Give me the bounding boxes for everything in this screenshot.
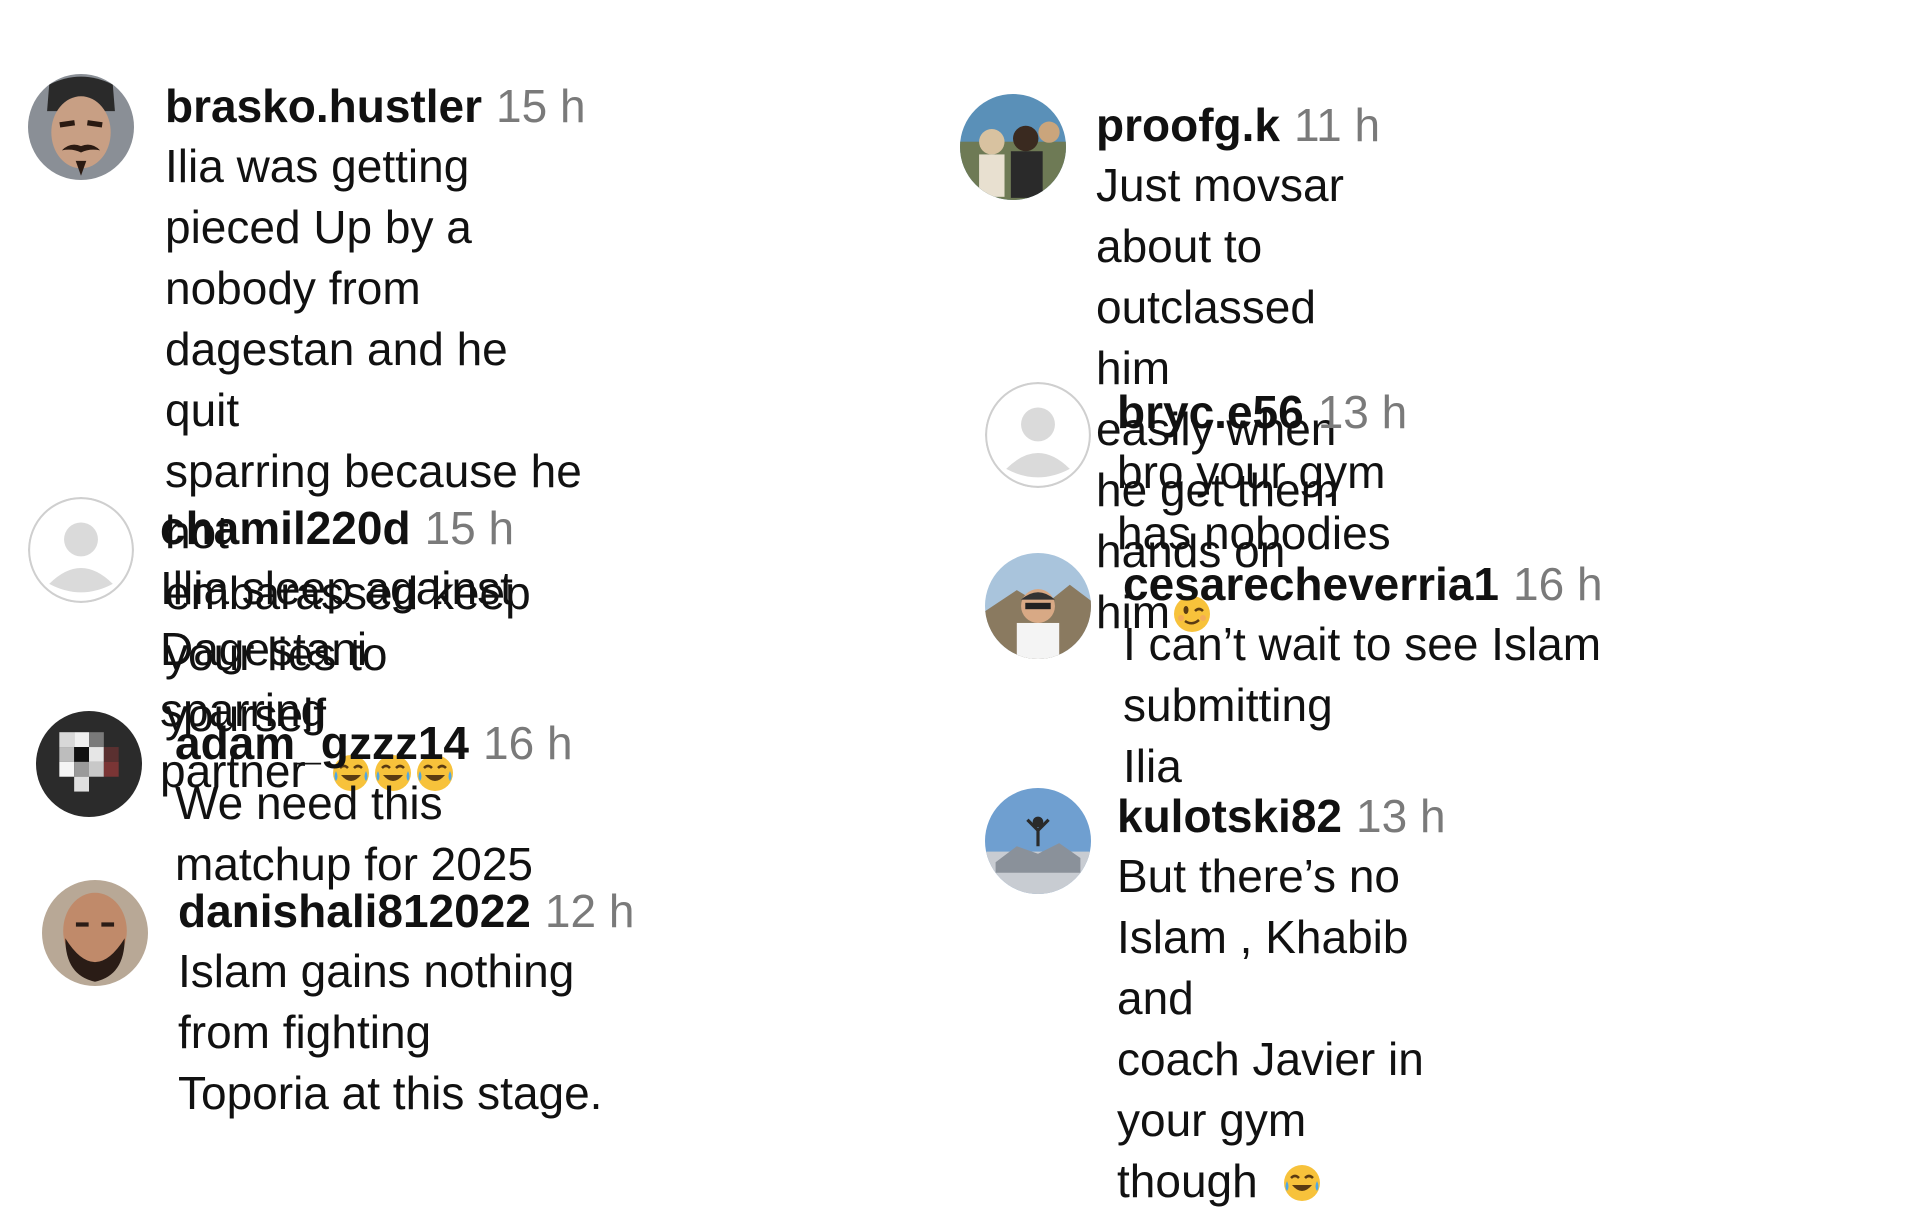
username[interactable]: proofg.k bbox=[1096, 99, 1280, 151]
comment-line: Ilia was getting pieced Up by a bbox=[165, 140, 472, 253]
timestamp: 15 h bbox=[424, 502, 515, 554]
username[interactable]: brasko.hustler bbox=[165, 80, 482, 132]
username[interactable]: cesarecheverria1 bbox=[1123, 558, 1499, 610]
timestamp: 13 h bbox=[1317, 386, 1408, 438]
avatar[interactable] bbox=[985, 788, 1091, 894]
timestamp: 15 h bbox=[496, 80, 586, 132]
comment-text: bro your gym has nobodies bbox=[1117, 442, 1407, 564]
comment-line: nobody from dagestan and he quit bbox=[165, 262, 508, 436]
username[interactable]: adam_gzzz14 bbox=[175, 717, 469, 769]
username[interactable]: chamil220d bbox=[160, 502, 411, 554]
comment-line: bro your gym has nobodies bbox=[1117, 446, 1391, 559]
timestamp: 16 h bbox=[1513, 558, 1603, 610]
username[interactable]: kulotski82 bbox=[1117, 790, 1342, 842]
comment-line: Islam gains nothing from fighting bbox=[178, 945, 575, 1058]
tears-of-joy-emoji-icon bbox=[1282, 1163, 1322, 1203]
comment-text: Islam gains nothing from fighting Topori… bbox=[178, 941, 634, 1124]
comment-text: But there’s no Islam , Khabib and coach … bbox=[1117, 846, 1446, 1212]
avatar[interactable] bbox=[960, 94, 1066, 200]
default-avatar-icon[interactable] bbox=[985, 382, 1091, 488]
comment-line: Toporia at this stage. bbox=[178, 1067, 603, 1119]
timestamp: 11 h bbox=[1293, 99, 1381, 151]
default-avatar-icon[interactable] bbox=[28, 497, 134, 603]
comment-line: But there’s no Islam , Khabib and bbox=[1117, 850, 1409, 1024]
username[interactable]: danishali812022 bbox=[178, 885, 531, 937]
avatar[interactable] bbox=[36, 711, 142, 817]
comment-text: I can’t wait to see Islam submitting Ili… bbox=[1123, 614, 1603, 797]
comment-line: coach Javier in your gym though bbox=[1117, 1033, 1424, 1207]
timestamp: 13 h bbox=[1356, 790, 1446, 842]
avatar[interactable] bbox=[42, 880, 148, 986]
comment-line: Just movsar about to outclassed him bbox=[1096, 159, 1344, 394]
comment-line: I can’t wait to see Islam submitting bbox=[1123, 618, 1602, 731]
timestamp: 12 h bbox=[544, 885, 635, 937]
comment-line: Illia sleep against Dagestani sparring bbox=[160, 562, 513, 736]
comment-line-with-emoji: coach Javier in your gym though bbox=[1117, 1029, 1446, 1212]
timestamp: 16 h bbox=[483, 717, 573, 769]
avatar[interactable] bbox=[985, 553, 1091, 659]
username[interactable]: bryc.e56 bbox=[1117, 386, 1304, 438]
avatar[interactable] bbox=[28, 74, 134, 180]
comment-line: We need this matchup for 2025 bbox=[175, 777, 534, 890]
comment-text: We need this matchup for 2025 bbox=[175, 773, 573, 895]
